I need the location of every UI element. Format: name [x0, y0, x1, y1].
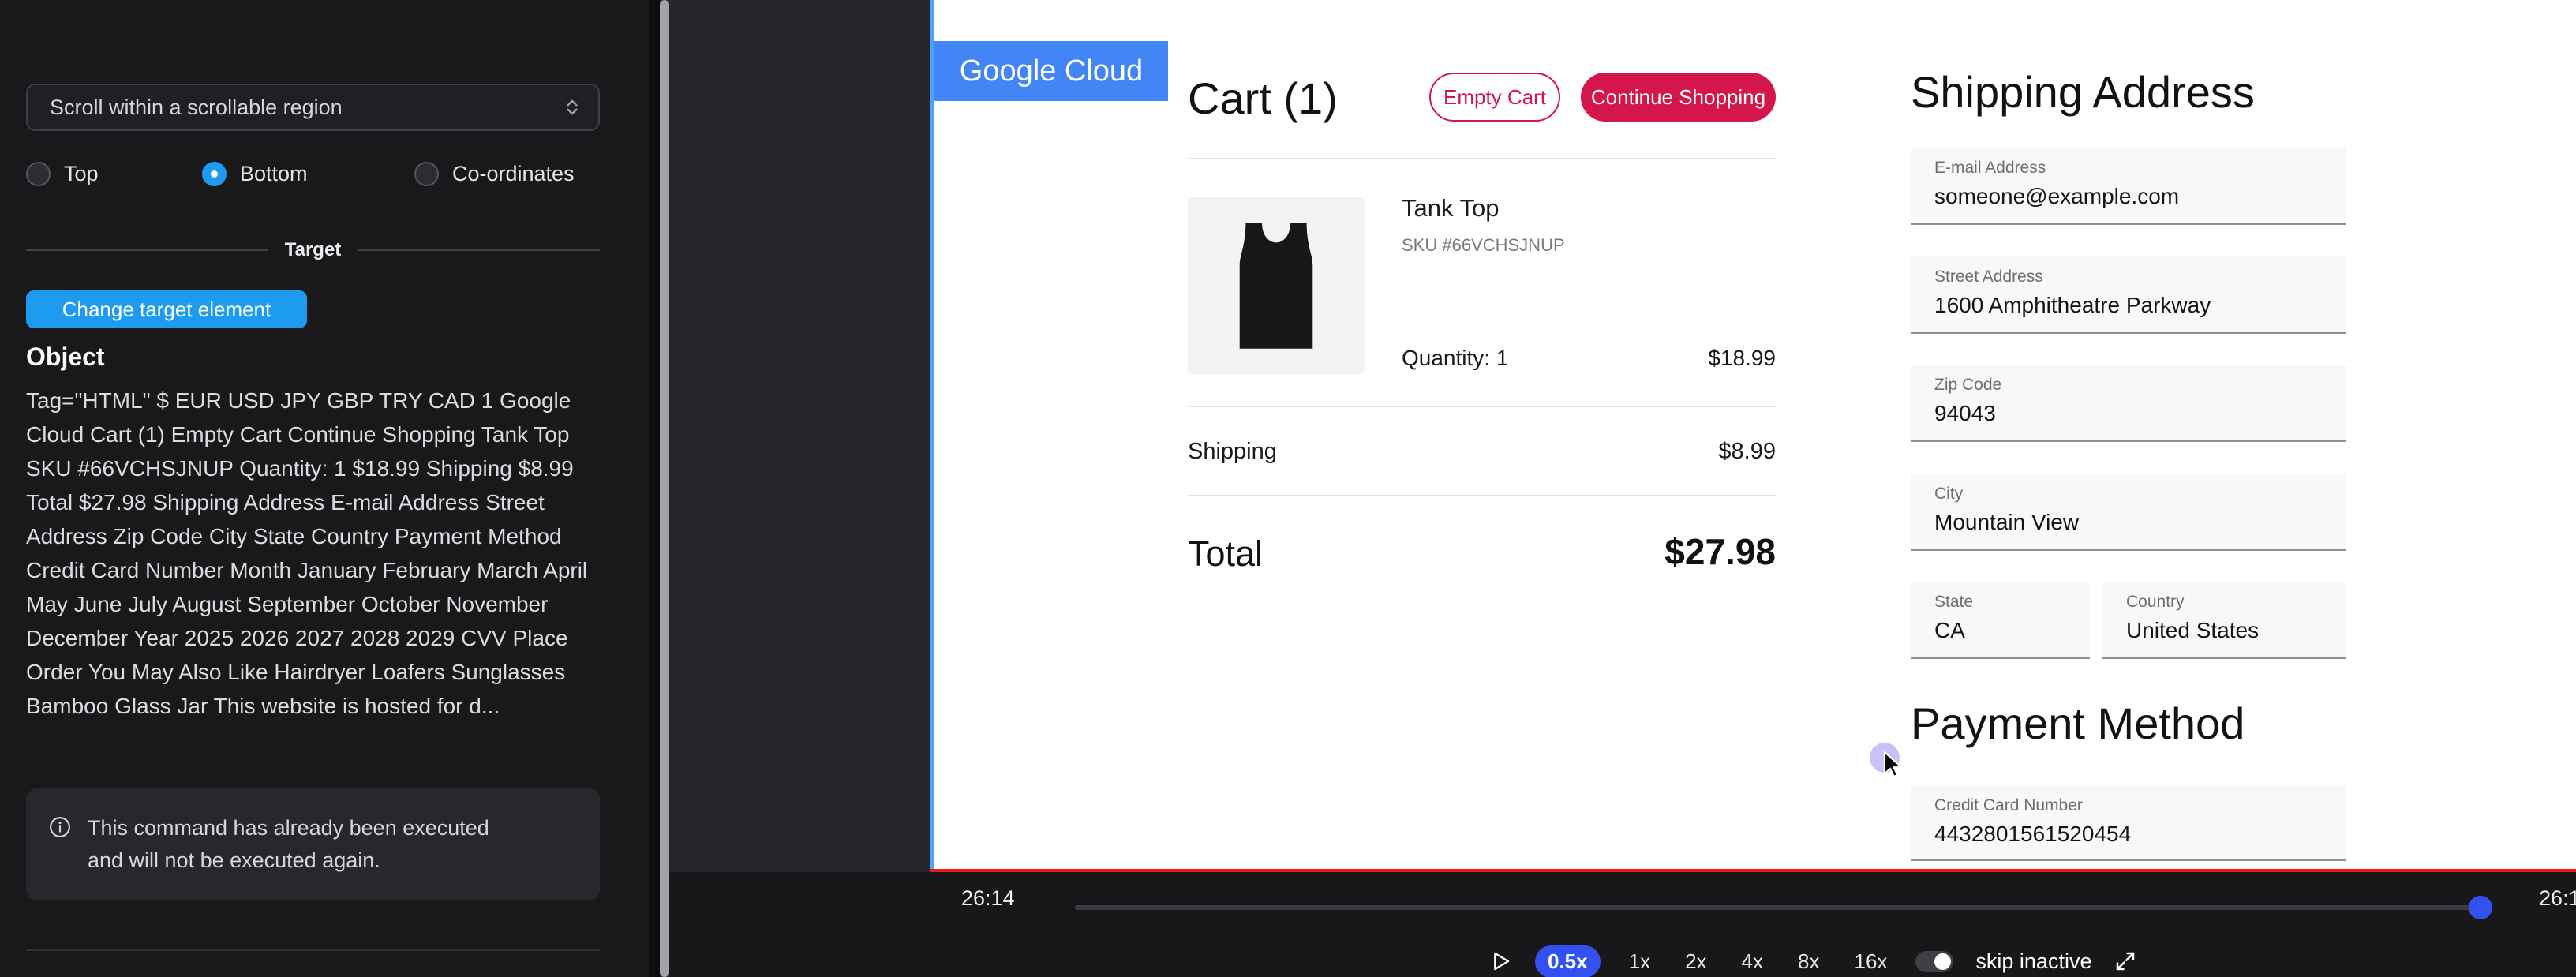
email-field[interactable]: E-mail Address someone@example.com — [1911, 148, 2346, 225]
cart-title: Cart (1) — [1188, 73, 1338, 124]
fullscreen-icon[interactable] — [2114, 949, 2137, 973]
target-divider-label: Target — [285, 239, 342, 261]
replayed-webpage: Google Cloud Cart (1) Empty Cart Continu… — [934, 0, 2576, 869]
field-label: Zip Code — [1934, 376, 2346, 395]
cart-divider — [1188, 158, 1776, 159]
radio-option-coordinates[interactable]: Co-ordinates — [414, 160, 575, 187]
product-image-tank-top — [1188, 197, 1365, 374]
sidebar-bottom-divider — [26, 949, 600, 951]
skip-inactive-label: skip inactive — [1975, 949, 2091, 974]
speed-button-05x[interactable]: 0.5x — [1535, 945, 1601, 977]
shipping-cost-label: Shipping — [1188, 439, 1277, 465]
app-window: Scroll within a scrollable region Top Bo… — [0, 0, 2576, 977]
play-button[interactable] — [1488, 949, 1513, 974]
field-value: Mountain View — [1934, 510, 2346, 535]
object-description-text: Tag="HTML" $ EUR USD JPY GBP TRY CAD 1 G… — [26, 384, 604, 723]
select-stepper-icon — [562, 97, 582, 118]
field-value: CA — [1934, 618, 2090, 643]
state-field[interactable]: State CA — [1911, 582, 2090, 659]
end-time: 26:15 — [2539, 886, 2576, 911]
continue-shopping-button[interactable]: Continue Shopping — [1581, 73, 1776, 122]
empty-cart-button[interactable]: Empty Cart — [1429, 73, 1560, 122]
object-heading: Object — [26, 343, 105, 372]
cart-divider — [1188, 406, 1776, 407]
radio-circle-icon — [202, 162, 227, 186]
divider-line — [26, 249, 268, 251]
google-cloud-badge[interactable]: Google Cloud — [934, 41, 1168, 101]
executed-notice: This command has already been executed a… — [26, 788, 600, 900]
target-section-divider: Target — [26, 239, 600, 261]
total-value: $27.98 — [1664, 530, 1776, 573]
field-label: Country — [2126, 593, 2346, 612]
change-target-button[interactable]: Change target element — [26, 290, 307, 328]
sidebar-scrollbar[interactable] — [660, 0, 669, 977]
scroll-position-radio-group: Top Bottom Co-ordinates — [0, 160, 649, 187]
speed-button-2x[interactable]: 2x — [1679, 945, 1713, 977]
total-label: Total — [1188, 533, 1263, 575]
field-value: 4432801561520454 — [1934, 822, 2346, 847]
player-controls: 0.5x 1x 2x 4x 8x 16x skip inactive — [1488, 945, 2137, 977]
executed-notice-text: This command has already been executed a… — [88, 812, 530, 877]
product-price: $18.99 — [1708, 346, 1776, 371]
replay-player-bar: 26:14 26:15 0.5x 1x 2x 4x 8x 16x skip in… — [669, 872, 2576, 977]
field-value: someone@example.com — [1934, 184, 2346, 209]
field-value: 1600 Amphitheatre Parkway — [1934, 293, 2346, 318]
field-label: Street Address — [1934, 268, 2346, 286]
credit-card-number-field[interactable]: Credit Card Number 4432801561520454 — [1911, 785, 2346, 861]
radio-circle-icon — [414, 162, 439, 186]
field-label: City — [1934, 485, 2346, 503]
element-highlight-outline — [930, 0, 934, 869]
zip-code-field[interactable]: Zip Code 94043 — [1911, 365, 2346, 442]
radio-option-top[interactable]: Top — [26, 160, 99, 187]
payment-method-heading: Payment Method — [1911, 698, 2245, 749]
speed-button-16x[interactable]: 16x — [1848, 945, 1893, 977]
command-sidebar: Scroll within a scrollable region Top Bo… — [0, 0, 649, 977]
product-name: Tank Top — [1402, 194, 1500, 223]
current-time: 26:14 — [961, 886, 1015, 911]
radio-label: Bottom — [240, 162, 308, 186]
field-label: E-mail Address — [1934, 159, 2346, 178]
tank-top-illustration — [1213, 215, 1339, 357]
divider-line — [358, 249, 600, 251]
mouse-cursor-icon — [1878, 750, 1908, 784]
city-field[interactable]: City Mountain View — [1911, 474, 2346, 551]
radio-label: Top — [64, 162, 99, 186]
shipping-cost-value: $8.99 — [1718, 439, 1776, 465]
radio-option-bottom[interactable]: Bottom — [202, 160, 308, 187]
field-value: 94043 — [1934, 401, 2346, 426]
street-address-field[interactable]: Street Address 1600 Amphitheatre Parkway — [1911, 256, 2346, 334]
action-select-value: Scroll within a scrollable region — [50, 95, 343, 120]
field-value: United States — [2126, 618, 2346, 643]
radio-circle-icon — [26, 162, 51, 186]
speed-button-8x[interactable]: 8x — [1792, 945, 1825, 977]
product-sku: SKU #66VCHSJNUP — [1402, 235, 1565, 256]
info-icon — [48, 815, 72, 839]
panel-gap — [649, 0, 660, 977]
viewport-record-border — [930, 869, 2576, 872]
field-label: State — [1934, 593, 2090, 612]
speed-button-4x[interactable]: 4x — [1735, 945, 1769, 977]
toggle-knob — [1934, 953, 1951, 970]
speed-button-1x[interactable]: 1x — [1623, 945, 1657, 977]
timeline-scrubber[interactable] — [1075, 905, 2486, 910]
skip-inactive-toggle[interactable] — [1915, 951, 1953, 972]
radio-label: Co-ordinates — [452, 162, 575, 186]
scrubber-handle[interactable] — [2469, 896, 2492, 919]
field-label: Credit Card Number — [1934, 796, 2346, 815]
country-field[interactable]: Country United States — [2102, 582, 2346, 659]
action-select[interactable]: Scroll within a scrollable region — [26, 84, 600, 131]
cart-divider — [1188, 495, 1776, 496]
product-quantity: Quantity: 1 — [1402, 346, 1508, 371]
shipping-address-heading: Shipping Address — [1911, 66, 2255, 118]
